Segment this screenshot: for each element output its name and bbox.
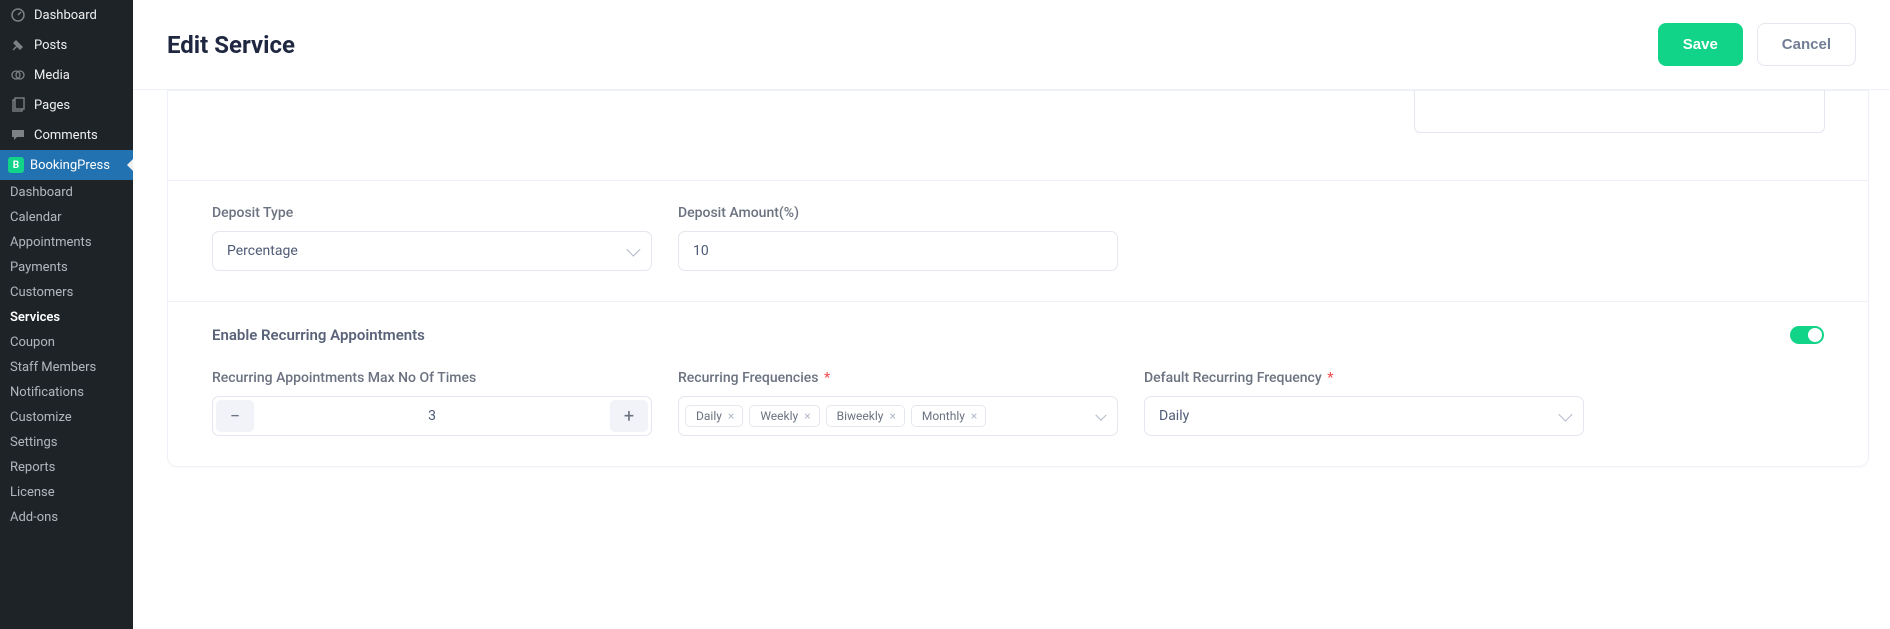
page-title: Edit Service	[167, 31, 295, 59]
deposit-amount-input[interactable]: 10	[678, 231, 1118, 271]
bookingpress-icon: B	[8, 157, 24, 173]
wp-menu-label: Media	[34, 68, 70, 83]
submenu-staff-members[interactable]: Staff Members	[0, 355, 133, 380]
content-area: Edit Service Save Cancel Deposit Type Pe…	[133, 0, 1890, 629]
label-text: Default Recurring Frequency	[1144, 370, 1322, 386]
prior-section-residual	[168, 91, 1868, 181]
save-button[interactable]: Save	[1658, 23, 1743, 66]
tag-remove-icon[interactable]: ×	[728, 409, 734, 423]
wp-menu-label: Dashboard	[34, 8, 97, 23]
submenu-services[interactable]: Services	[0, 305, 133, 330]
deposit-type-label: Deposit Type	[212, 205, 652, 221]
wp-menu-bookingpress[interactable]: B BookingPress	[0, 150, 133, 180]
default-frequency-label: Default Recurring Frequency *	[1144, 370, 1584, 386]
recurring-max-value[interactable]: 3	[257, 397, 607, 435]
frequency-tag: Weekly ×	[749, 405, 819, 427]
frequency-tag: Daily ×	[685, 405, 743, 427]
dashboard-icon	[8, 7, 28, 23]
required-asterisk: *	[821, 370, 831, 386]
deposit-type-value: Percentage	[227, 243, 298, 259]
submenu-dashboard[interactable]: Dashboard	[0, 180, 133, 205]
tag-label: Biweekly	[837, 409, 884, 423]
submenu-license[interactable]: License	[0, 480, 133, 505]
tag-label: Weekly	[760, 409, 798, 423]
label-text: Recurring Frequencies	[678, 370, 819, 386]
wp-menu-dashboard[interactable]: Dashboard	[0, 0, 133, 30]
wp-admin-sidebar: Dashboard Posts Media Pages Comments B B…	[0, 0, 133, 629]
recurring-frequencies-select[interactable]: Daily × Weekly × Biweekly × Monthly ×	[678, 396, 1118, 436]
submenu-reports[interactable]: Reports	[0, 455, 133, 480]
tag-label: Monthly	[922, 409, 965, 423]
enable-recurring-label: Enable Recurring Appointments	[212, 326, 425, 344]
wp-menu-posts[interactable]: Posts	[0, 30, 133, 60]
deposit-section: Deposit Type Percentage Deposit Amount(%…	[168, 181, 1868, 302]
deposit-amount-field: Deposit Amount(%) 10	[678, 205, 1118, 271]
submenu-customers[interactable]: Customers	[0, 280, 133, 305]
deposit-amount-value: 10	[693, 243, 709, 259]
wp-menu-comments[interactable]: Comments	[0, 120, 133, 150]
wp-menu-label: Pages	[34, 98, 70, 113]
tag-remove-icon[interactable]: ×	[804, 409, 810, 423]
submenu-settings[interactable]: Settings	[0, 430, 133, 455]
submenu-appointments[interactable]: Appointments	[0, 230, 133, 255]
page-header: Edit Service Save Cancel	[133, 0, 1890, 90]
header-actions: Save Cancel	[1658, 23, 1856, 66]
recurring-section: Enable Recurring Appointments Recurring …	[168, 302, 1868, 466]
wp-menu-pages[interactable]: Pages	[0, 90, 133, 120]
bookingpress-submenu: Dashboard Calendar Appointments Payments…	[0, 180, 133, 530]
recurring-frequencies-field: Recurring Frequencies * Daily × Weekly × B…	[678, 370, 1118, 436]
default-frequency-field: Default Recurring Frequency * Daily	[1144, 370, 1584, 436]
submenu-payments[interactable]: Payments	[0, 255, 133, 280]
description-textarea-bottom[interactable]	[1414, 85, 1825, 133]
submenu-customize[interactable]: Customize	[0, 405, 133, 430]
pages-icon	[8, 97, 28, 113]
stepper-increment-button[interactable]: +	[610, 400, 648, 432]
wp-menu-label: Posts	[34, 38, 67, 53]
chevron-down-icon	[1095, 410, 1106, 421]
chevron-down-icon	[626, 243, 640, 257]
enable-recurring-toggle[interactable]	[1790, 326, 1824, 344]
frequency-tag: Monthly ×	[911, 405, 986, 427]
cancel-button[interactable]: Cancel	[1757, 23, 1856, 66]
submenu-notifications[interactable]: Notifications	[0, 380, 133, 405]
wp-menu-label: BookingPress	[30, 158, 110, 173]
comment-icon	[8, 127, 28, 143]
wp-menu-label: Comments	[34, 128, 98, 143]
default-frequency-select[interactable]: Daily	[1144, 396, 1584, 436]
required-asterisk: *	[1324, 370, 1334, 386]
recurring-frequencies-label: Recurring Frequencies *	[678, 370, 1118, 386]
service-form-card: Deposit Type Percentage Deposit Amount(%…	[167, 90, 1869, 467]
pin-icon	[8, 37, 28, 53]
default-frequency-value: Daily	[1159, 408, 1189, 424]
submenu-add-ons[interactable]: Add-ons	[0, 505, 133, 530]
recurring-max-label: Recurring Appointments Max No Of Times	[212, 370, 652, 386]
recurring-max-stepper: − 3 +	[212, 396, 652, 436]
submenu-calendar[interactable]: Calendar	[0, 205, 133, 230]
tag-remove-icon[interactable]: ×	[971, 409, 977, 423]
deposit-type-select[interactable]: Percentage	[212, 231, 652, 271]
tag-remove-icon[interactable]: ×	[889, 409, 895, 423]
frequency-tag: Biweekly ×	[826, 405, 905, 427]
submenu-coupon[interactable]: Coupon	[0, 330, 133, 355]
deposit-type-field: Deposit Type Percentage	[212, 205, 652, 271]
recurring-max-field: Recurring Appointments Max No Of Times −…	[212, 370, 652, 436]
deposit-amount-label: Deposit Amount(%)	[678, 205, 1118, 221]
wp-menu-media[interactable]: Media	[0, 60, 133, 90]
chevron-down-icon	[1558, 408, 1572, 422]
media-icon	[8, 67, 28, 83]
tag-label: Daily	[696, 409, 722, 423]
stepper-decrement-button[interactable]: −	[216, 400, 254, 432]
toggle-knob	[1808, 328, 1822, 342]
